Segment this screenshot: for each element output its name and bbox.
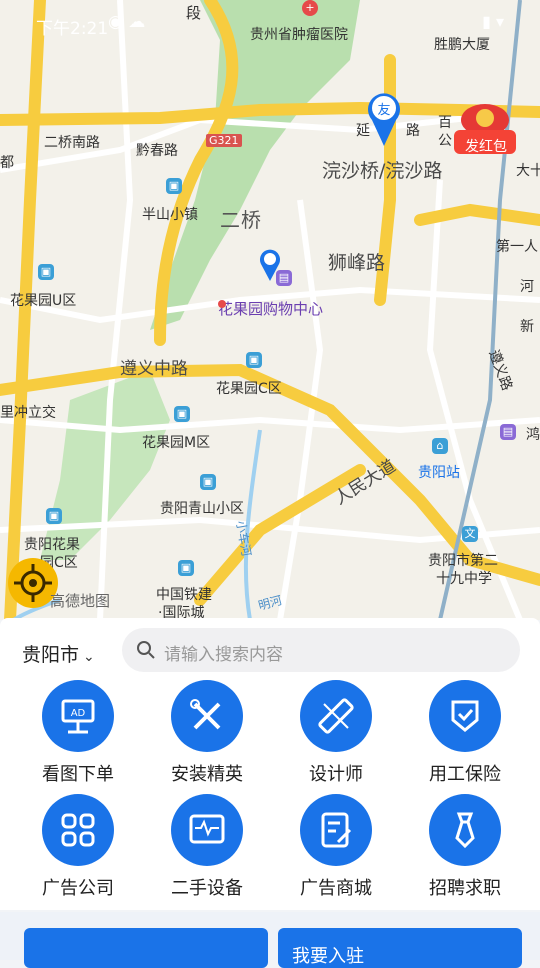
map-label-crcc: 中国铁建 — [156, 587, 212, 603]
shield-check-icon — [451, 700, 479, 732]
city-selector[interactable]: 贵阳市 ⌄ — [22, 640, 95, 667]
service-label: 二手设备 — [171, 878, 243, 899]
service-label: 招聘求职 — [429, 878, 501, 899]
tools-icon — [190, 699, 221, 730]
svg-text:友: 友 — [377, 102, 390, 118]
map-brand-label: 高德地图 — [50, 592, 111, 610]
chevron-down-icon: ⌄ — [83, 649, 95, 665]
join-label: 我要入驻 — [292, 946, 364, 967]
school-icon: 文 — [462, 526, 478, 542]
map-label-zunyi-middle-road: 遵义中路 — [120, 359, 188, 379]
join-button[interactable]: 我要入驻 — [278, 928, 522, 968]
search-icon — [137, 641, 155, 659]
poi-icon-hong: ▤ — [500, 424, 516, 440]
map-label-da: 大十 — [516, 163, 540, 179]
map-label-dyi: 第一人 — [496, 239, 538, 255]
red-packet-label: 发红包 — [465, 139, 507, 155]
service-label: 用工保险 — [429, 764, 501, 785]
service-item-install[interactable]: 安装精英 — [147, 680, 267, 786]
worker-pin-icon[interactable] — [258, 248, 282, 282]
poi-icon-hg: ▣ — [46, 508, 62, 524]
service-item-order[interactable]: AD 看图下单 — [18, 680, 138, 786]
service-label: 看图下单 — [42, 764, 114, 785]
service-item-ad-company[interactable]: 广告公司 — [18, 794, 138, 900]
poi-icon-crcc: ▣ — [178, 560, 194, 576]
map-label-xin: 新 — [520, 319, 534, 335]
map-label-banshan: 半山小镇 — [142, 207, 198, 223]
map-label-shengpeng: 胜鹏大厦 — [434, 37, 490, 53]
map-label-he: 河 — [520, 279, 534, 295]
map-label-du: 都 — [0, 155, 14, 171]
city-label: 贵阳市 — [22, 644, 80, 666]
map-label-qingshan: 贵阳青山小区 — [160, 501, 244, 517]
service-label: 设计师 — [309, 764, 363, 785]
service-item-ad-mall[interactable]: 广告商城 — [276, 794, 396, 900]
map-label-huaguoyuan-c: 花果园C区 — [216, 381, 282, 397]
train-station-icon: ⌂ — [432, 438, 448, 454]
red-packet-button[interactable]: 发红包 — [450, 100, 520, 162]
map-label-mall: 花果园购物中心 — [218, 300, 324, 318]
grid-apps-icon — [61, 813, 95, 847]
search-placeholder: 请输入搜索内容 — [164, 645, 283, 665]
status-icons-left: ◉ ☁ — [108, 12, 146, 32]
ad-board-icon: AD — [61, 699, 95, 734]
map-label-huanshaqiao: 浣沙桥/浣沙路 — [322, 160, 443, 182]
search-input[interactable]: 请输入搜索内容 — [122, 628, 520, 672]
poi-icon-qingshan: ▣ — [200, 474, 216, 490]
map-label-lu: 路 — [406, 123, 420, 139]
map-label-hong: 鸿 — [526, 427, 540, 443]
map-label-hospital: 贵州省肿瘤医院 — [250, 27, 348, 43]
map-label-erqiao: 二桥 — [220, 208, 262, 232]
ad-location-pin-icon[interactable]: 友 — [366, 90, 402, 148]
hospital-icon: + — [302, 0, 318, 16]
map-label-guiyang-hg: 贵阳花果 — [24, 537, 80, 553]
poi-icon-m-area: ▣ — [174, 406, 190, 422]
status-time: 下午2:21 — [36, 19, 109, 39]
service-item-designer[interactable]: 设计师 — [276, 680, 396, 786]
map-label-erqiao-south-road: 二桥南路 — [44, 135, 100, 151]
poi-icon-u-area: ▣ — [38, 264, 54, 280]
mall-dot-icon — [218, 300, 226, 308]
map-label-huaguoyuan-m: 花果园M区 — [142, 435, 211, 451]
service-label: 安装精英 — [171, 764, 243, 785]
map-label-guiyang-station: 贵阳站 — [418, 465, 460, 481]
map-label-qianchun-road: 黔春路 — [136, 143, 178, 159]
left-action-button[interactable] — [24, 928, 268, 968]
map-label-school-2: 十九中学 — [436, 571, 492, 587]
map-label-school-1: 贵阳市第二 — [428, 553, 498, 569]
status-icons-right: ▮ ▾ — [482, 12, 504, 31]
ruler-pencil-icon — [318, 698, 354, 734]
service-label: 广告商城 — [300, 878, 372, 899]
map-label-g321: G321 — [206, 134, 242, 147]
map-label-duan: 段 — [186, 4, 202, 22]
tie-icon — [455, 812, 475, 849]
service-item-used-equipment[interactable]: 二手设备 — [147, 794, 267, 900]
svg-text:AD: AD — [71, 708, 86, 719]
service-item-insurance[interactable]: 用工保险 — [405, 680, 525, 786]
service-label: 广告公司 — [42, 878, 114, 899]
device-icon — [189, 814, 225, 844]
map-label-huaguoyuan-u: 花果园U区 — [10, 293, 77, 309]
map-label-lichong: 里冲立交 — [0, 405, 56, 421]
poi-icon-c-area: ▣ — [246, 352, 262, 368]
map-label-shifeng-road: 狮峰路 — [328, 252, 386, 274]
edit-doc-icon — [321, 812, 352, 848]
poi-icon-banshan: ▣ — [166, 178, 182, 194]
service-item-jobs[interactable]: 招聘求职 — [405, 794, 525, 900]
map-view[interactable]: 下午2:21 ◉ ☁ ▮ ▾ 段 + 贵州省肿瘤医院 胜鹏大厦 二桥南路 G32… — [0, 0, 540, 620]
